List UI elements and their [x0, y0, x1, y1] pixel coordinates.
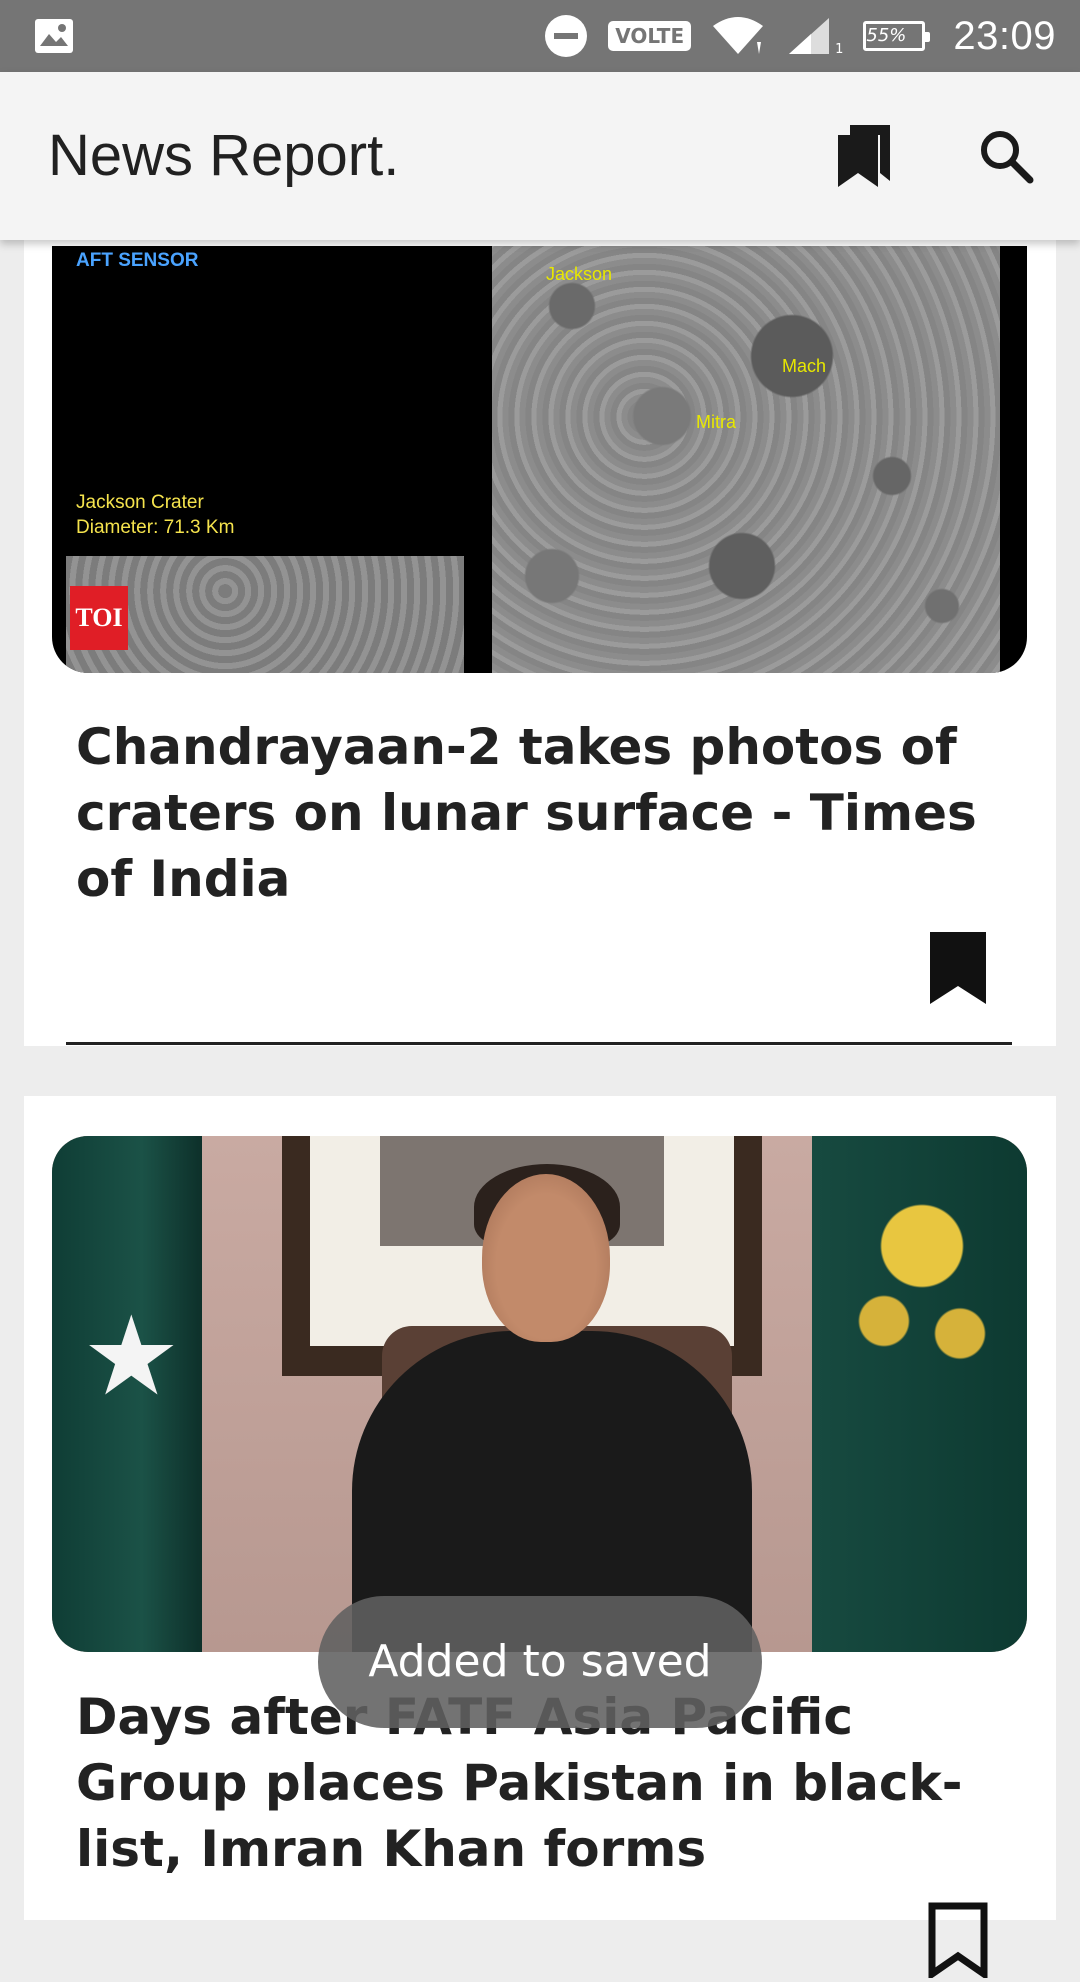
bookmark-button[interactable] [928, 1902, 988, 1981]
article-image[interactable]: ★ [52, 1136, 1027, 1652]
image-notification-icon [34, 18, 74, 54]
toi-logo: TOI [70, 586, 128, 650]
search-icon [981, 131, 1034, 184]
volte-badge: VOLTE [608, 21, 692, 51]
crater-label: Mitra [696, 412, 736, 432]
state-emblem-flag [812, 1136, 1027, 1652]
status-bar: VOLTE 1 55% 23:09 [0, 0, 1080, 72]
sim-indicator: 1 [835, 41, 844, 57]
search-button[interactable] [966, 116, 1046, 196]
article-headline[interactable]: Chandrayaan-2 takes photos of craters on… [76, 714, 1016, 912]
pakistan-flag: ★ [52, 1136, 202, 1652]
emblem-icon [827, 1146, 1017, 1396]
crater-label: Jackson [546, 264, 613, 284]
app-title: News Report. [48, 123, 400, 188]
article-image[interactable]: AFT SENSOR Jackson Mach Mitra Jackson Cr… [52, 246, 1027, 673]
person-portrait [312, 1156, 792, 1652]
crater-label: Mach [782, 356, 827, 376]
app-bar: News Report. [0, 72, 1080, 240]
article-card[interactable]: AFT SENSOR Jackson Mach Mitra Jackson Cr… [24, 240, 1056, 1046]
bookmark-button[interactable] [928, 930, 988, 1006]
bookmark-outline-icon [928, 1902, 988, 1981]
image-sensor-label: AFT SENSOR [76, 250, 199, 271]
star-icon: ★ [82, 1292, 181, 1420]
signal-icon: 1 [785, 14, 843, 58]
bookmark-icon [930, 932, 986, 1004]
clock: 23:09 [953, 13, 1056, 58]
do-not-disturb-icon [544, 14, 588, 58]
crater-caption-diameter: Diameter: 71.3 Km [76, 517, 235, 538]
article-card[interactable]: ★ Days after FATF Asia Pacific Group pla… [24, 1096, 1056, 1981]
battery-icon: 55% [863, 21, 931, 51]
article-divider [66, 1042, 1012, 1045]
crater-caption-name: Jackson Crater [76, 492, 204, 513]
crater-caption: Jackson Crater Diameter: 71.3 Km [76, 490, 234, 540]
wifi-icon [711, 16, 765, 56]
saved-bookmarks-icon [838, 125, 890, 187]
lunar-surface-image: Jackson Mach Mitra [492, 246, 1000, 673]
saved-bookmarks-button[interactable] [824, 116, 904, 196]
toast-message: Added to saved [318, 1596, 762, 1728]
